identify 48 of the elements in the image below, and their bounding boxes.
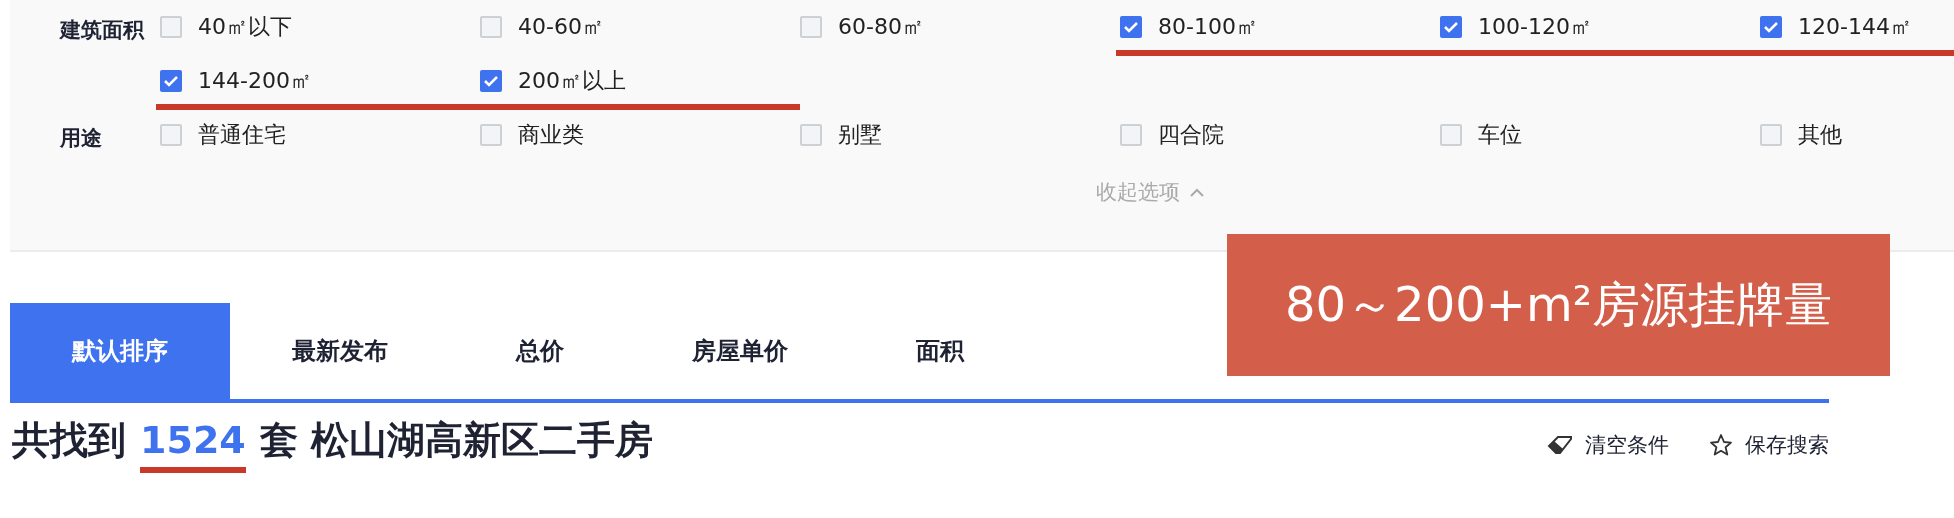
filter-option[interactable]: 商业类 (480, 112, 800, 158)
filter-option[interactable]: 144-200㎡ (160, 58, 480, 104)
check-icon (163, 75, 179, 87)
check-icon (483, 75, 499, 87)
result-text: 套 松山湖高新区二手房 (259, 417, 653, 463)
checkbox[interactable] (1440, 16, 1462, 38)
filter-option[interactable]: 100-120㎡ (1440, 4, 1760, 50)
sort-tab[interactable]: 默认排序 (10, 303, 230, 399)
filter-option[interactable]: 别墅 (800, 112, 1120, 158)
filter-option[interactable]: 60-80㎡ (800, 4, 1120, 50)
checkbox[interactable] (480, 16, 502, 38)
checkbox[interactable] (480, 124, 502, 146)
result-count: 1524 (140, 417, 246, 473)
checkbox[interactable] (1760, 124, 1782, 146)
eraser-icon (1547, 435, 1573, 455)
check-icon (1443, 21, 1459, 33)
checkbox[interactable] (480, 70, 502, 92)
sort-tab[interactable]: 面积 (850, 303, 1030, 399)
filter-option[interactable]: 80-100㎡ (1120, 4, 1440, 50)
filter-label: 用途 (59, 125, 103, 152)
result-text: 共找到 (12, 417, 126, 463)
checkbox[interactable] (160, 124, 182, 146)
checkbox[interactable] (1760, 16, 1782, 38)
sort-tab[interactable]: 房屋单价 (650, 303, 830, 399)
star-icon (1709, 433, 1733, 457)
callout-label: 80～200+m²房源挂牌量 (1227, 234, 1890, 376)
filter-option[interactable]: 200㎡以上 (480, 58, 800, 104)
check-icon (1123, 21, 1139, 33)
checkbox[interactable] (160, 16, 182, 38)
filter-option[interactable]: 车位 (1440, 112, 1760, 158)
filter-option[interactable]: 40-60㎡ (480, 4, 800, 50)
save-search-button[interactable]: 保存搜索 (1709, 431, 1829, 459)
filter-option[interactable]: 120-144㎡ (1760, 4, 1954, 50)
checkbox[interactable] (1440, 124, 1462, 146)
filter-label: 建筑面积 (58, 17, 146, 44)
check-icon (1763, 21, 1779, 33)
filter-option[interactable]: 四合院 (1120, 112, 1440, 158)
filter-option[interactable]: 普通住宅 (160, 112, 480, 158)
sort-tab[interactable]: 最新发布 (250, 303, 430, 399)
filter-option[interactable]: 其他 (1760, 112, 1954, 158)
checkbox[interactable] (160, 70, 182, 92)
sort-tab[interactable]: 总价 (450, 303, 630, 399)
checkbox[interactable] (1120, 16, 1142, 38)
checkbox[interactable] (1120, 124, 1142, 146)
filter-option[interactable]: 40㎡以下 (160, 4, 480, 50)
clear-button[interactable]: 清空条件 (1547, 431, 1669, 459)
checkbox[interactable] (800, 124, 822, 146)
checkbox[interactable] (800, 16, 822, 38)
